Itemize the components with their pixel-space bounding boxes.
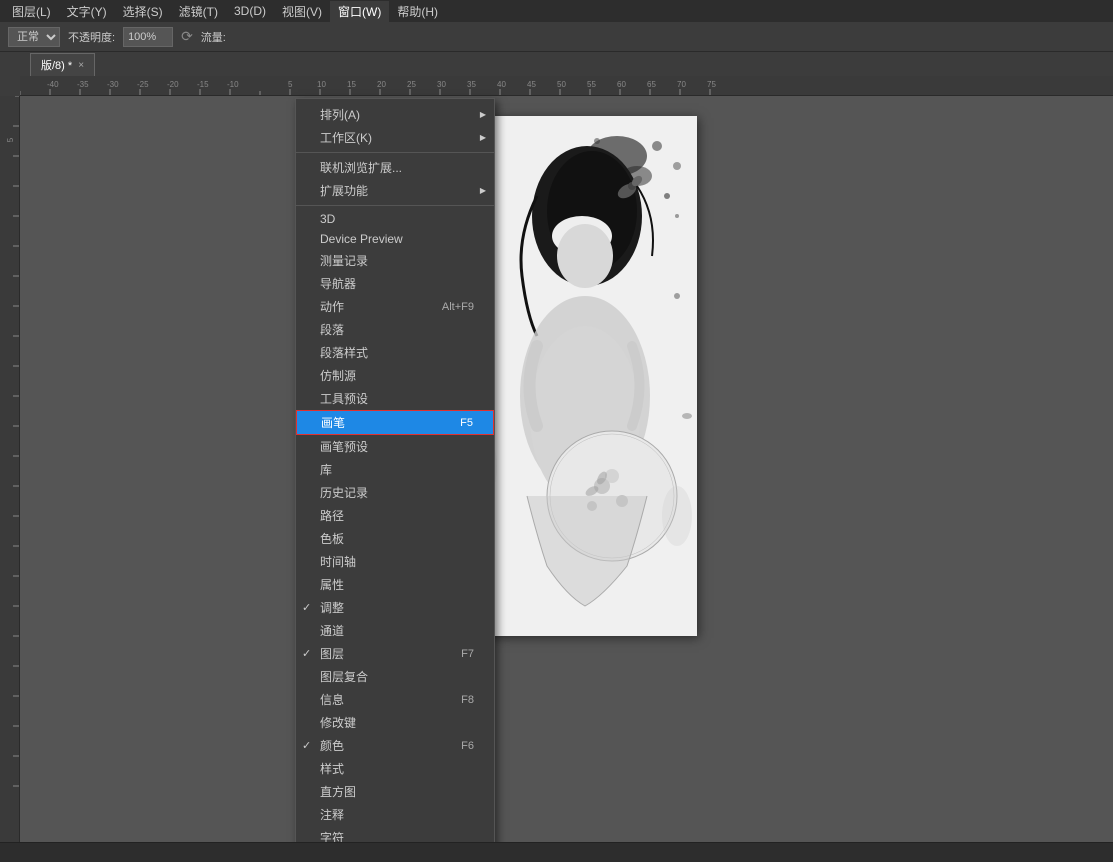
svg-text:-35: -35: [77, 80, 89, 89]
menu-item-paragraph-styles[interactable]: 段落样式: [296, 341, 494, 364]
menu-layer[interactable]: 图层(L): [4, 1, 59, 22]
menu-item-navigator[interactable]: 导航器: [296, 272, 494, 295]
opacity-icon: ⟳: [181, 28, 193, 45]
menu-view[interactable]: 视图(V): [274, 1, 330, 22]
menu-item-history[interactable]: 历史记录: [296, 481, 494, 504]
menu-item-workspace[interactable]: 工作区(K): [296, 126, 494, 149]
svg-text:30: 30: [437, 80, 446, 89]
menu-item-layer-comps[interactable]: 图层复合: [296, 665, 494, 688]
svg-text:70: 70: [677, 80, 686, 89]
menu-item-actions[interactable]: 动作 Alt+F9: [296, 295, 494, 318]
menu-item-clone-source[interactable]: 仿制源: [296, 364, 494, 387]
tab-bar: 版/8) * ×: [0, 52, 1113, 76]
adjustments-check: ✓: [302, 601, 311, 614]
menu-item-tool-presets[interactable]: 工具预设: [296, 387, 494, 410]
info-shortcut: F8: [431, 694, 474, 706]
svg-text:20: 20: [377, 80, 386, 89]
menu-item-brush-presets[interactable]: 画笔预设: [296, 435, 494, 458]
menu-item-device-preview[interactable]: Device Preview: [296, 229, 494, 249]
menu-filter[interactable]: 滤镜(T): [171, 1, 226, 22]
statusbar: [0, 842, 1113, 862]
menu-window[interactable]: 窗口(W): [330, 1, 389, 22]
svg-text:25: 25: [407, 80, 416, 89]
flow-label: 流量:: [201, 29, 226, 45]
menu-item-color[interactable]: ✓ 颜色 F6: [296, 734, 494, 757]
tab-close-button[interactable]: ×: [78, 60, 84, 71]
svg-text:-30: -30: [107, 80, 119, 89]
ruler-v-svg: 5: [0, 96, 20, 842]
svg-text:40: 40: [497, 80, 506, 89]
menu-item-character[interactable]: 字符: [296, 826, 494, 842]
svg-text:10: 10: [317, 80, 326, 89]
opacity-label: 不透明度:: [68, 29, 115, 45]
menu-item-timeline[interactable]: 时间轴: [296, 550, 494, 573]
menu-help[interactable]: 帮助(H): [389, 1, 446, 22]
separator-2: [296, 205, 494, 206]
canvas-document-area: [20, 96, 1113, 842]
svg-text:65: 65: [647, 80, 656, 89]
menu-item-properties[interactable]: 属性: [296, 573, 494, 596]
menu-item-brush[interactable]: 画笔 F5: [296, 410, 494, 435]
svg-text:-20: -20: [167, 80, 179, 89]
menu-item-histogram[interactable]: 直方图: [296, 780, 494, 803]
ruler-h-svg: -40 -35 -30 -25 -20 -15 -10 5 10 15 20 2…: [20, 76, 1113, 96]
menu-item-color-swatch[interactable]: 色板: [296, 527, 494, 550]
svg-text:-10: -10: [227, 80, 239, 89]
menu-item-measure-log[interactable]: 测量记录: [296, 249, 494, 272]
svg-text:75: 75: [707, 80, 716, 89]
layers-shortcut: F7: [431, 648, 474, 660]
menu-item-adjustments[interactable]: ✓ 调整: [296, 596, 494, 619]
layers-check: ✓: [302, 647, 311, 660]
menu-item-layers[interactable]: ✓ 图层 F7: [296, 642, 494, 665]
color-check: ✓: [302, 739, 311, 752]
menu-item-styles[interactable]: 样式: [296, 757, 494, 780]
svg-text:-40: -40: [47, 80, 59, 89]
svg-text:5: 5: [6, 137, 15, 142]
color-shortcut: F6: [431, 740, 474, 752]
vertical-ruler: 5: [0, 96, 20, 842]
window-dropdown-menu: 排列(A) 工作区(K) 联机浏览扩展... 扩展功能 3D Device Pr…: [295, 98, 495, 842]
menu-item-arrange[interactable]: 排列(A): [296, 103, 494, 126]
tab-label: 版/8) *: [41, 57, 72, 73]
svg-text:-15: -15: [197, 80, 209, 89]
svg-text:60: 60: [617, 80, 626, 89]
menu-item-channels[interactable]: 通道: [296, 619, 494, 642]
actions-shortcut: Alt+F9: [412, 301, 474, 313]
app-window: 图层(L) 文字(Y) 选择(S) 滤镜(T) 3D(D) 视图(V) 窗口(W…: [0, 0, 1113, 862]
menu-item-library[interactable]: 库: [296, 458, 494, 481]
menu-item-extensions[interactable]: 扩展功能: [296, 179, 494, 202]
menu-item-3d[interactable]: 3D: [296, 209, 494, 229]
menu-3d[interactable]: 3D(D): [226, 2, 274, 20]
content-area: -40 -35 -30 -25 -20 -15 -10 5 10 15 20 2…: [0, 76, 1113, 842]
opacity-input[interactable]: [123, 27, 173, 47]
menu-item-info[interactable]: 信息 F8: [296, 688, 494, 711]
menu-item-notes[interactable]: 注释: [296, 803, 494, 826]
svg-text:35: 35: [467, 80, 476, 89]
svg-text:15: 15: [347, 80, 356, 89]
brush-shortcut: F5: [430, 417, 473, 429]
svg-text:50: 50: [557, 80, 566, 89]
menubar: 图层(L) 文字(Y) 选择(S) 滤镜(T) 3D(D) 视图(V) 窗口(W…: [0, 0, 1113, 22]
menu-text[interactable]: 文字(Y): [59, 1, 115, 22]
options-toolbar: 正常 不透明度: ⟳ 流量:: [0, 22, 1113, 52]
mode-select[interactable]: 正常: [8, 27, 60, 47]
svg-text:45: 45: [527, 80, 536, 89]
svg-text:5: 5: [288, 80, 293, 89]
svg-text:-25: -25: [137, 80, 149, 89]
menu-item-modifier-keys[interactable]: 修改键: [296, 711, 494, 734]
document-tab[interactable]: 版/8) * ×: [30, 53, 95, 76]
svg-text:55: 55: [587, 80, 596, 89]
separator-1: [296, 152, 494, 153]
menu-item-paragraph[interactable]: 段落: [296, 318, 494, 341]
menu-select[interactable]: 选择(S): [115, 1, 171, 22]
horizontal-ruler: -40 -35 -30 -25 -20 -15 -10 5 10 15 20 2…: [20, 76, 1113, 96]
menu-item-browse[interactable]: 联机浏览扩展...: [296, 156, 494, 179]
menu-item-paths[interactable]: 路径: [296, 504, 494, 527]
